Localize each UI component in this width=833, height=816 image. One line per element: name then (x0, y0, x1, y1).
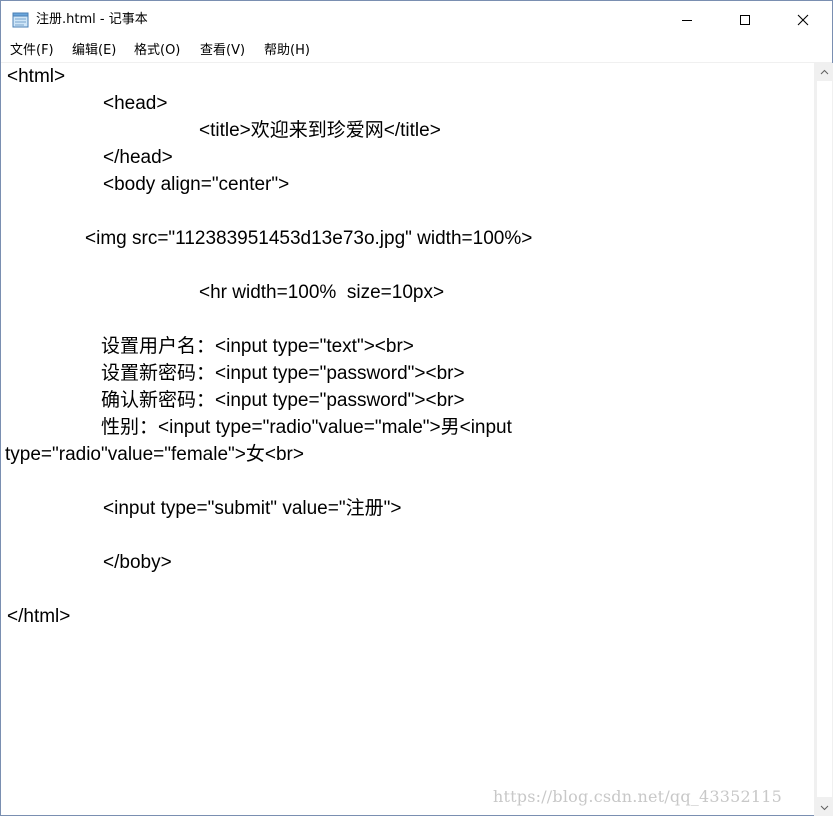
text-editor-area[interactable]: <html> <head> <title>欢迎来到珍爱网</title> </h… (2, 63, 814, 815)
menu-help[interactable]: 帮助(H) (263, 43, 311, 59)
code-line: <img src="112383951453d13e73o.jpg" width… (85, 228, 533, 249)
title-bar[interactable]: 注册.html - 记事本 (1, 1, 832, 39)
window-title: 注册.html - 记事本 (36, 12, 148, 27)
code-line: <html> (7, 66, 66, 87)
code-line: <title>欢迎来到珍爱网</title> (199, 120, 441, 141)
scroll-down-button[interactable] (815, 799, 833, 816)
scroll-up-button[interactable] (815, 63, 833, 80)
minimize-button[interactable] (658, 1, 716, 39)
code-line: 确认新密码：<input type="password"><br> (101, 390, 465, 411)
vertical-scrollbar[interactable] (814, 63, 833, 816)
code-line: <body align="center"> (103, 174, 290, 195)
scroll-thumb[interactable] (817, 81, 832, 797)
menu-view[interactable]: 查看(V) (199, 43, 246, 59)
notepad-window: 注册.html - 记事本 文件(F) 编辑(E) 格式(O) 查看(V) 帮助… (0, 0, 833, 816)
code-line: </head> (103, 147, 173, 168)
maximize-icon (740, 15, 750, 25)
minimize-icon (682, 20, 692, 21)
watermark: https://blog.csdn.net/qq_43352115 (493, 787, 783, 806)
code-line: <head> (103, 93, 168, 114)
notepad-icon (12, 12, 29, 28)
menu-edit[interactable]: 编辑(E) (71, 43, 117, 59)
menu-bar: 文件(F) 编辑(E) 格式(O) 查看(V) 帮助(H) (1, 39, 832, 63)
code-line: 性别：<input type="radio"value="male">男<inp… (101, 417, 512, 438)
code-line: </html> (7, 606, 71, 627)
maximize-button[interactable] (716, 1, 774, 39)
code-line: 设置用户名：<input type="text"><br> (101, 336, 414, 357)
code-line: </boby> (103, 552, 172, 573)
code-line: type="radio"value="female">女<br> (5, 444, 304, 465)
menu-file[interactable]: 文件(F) (9, 43, 55, 59)
chevron-down-icon (820, 805, 829, 810)
code-line: <hr width=100% size=10px> (199, 282, 445, 303)
chevron-up-icon (820, 69, 829, 74)
menu-format[interactable]: 格式(O) (133, 43, 181, 59)
code-line: 设置新密码：<input type="password"><br> (101, 363, 465, 384)
code-line: <input type="submit" value="注册"> (103, 498, 402, 519)
close-icon (797, 14, 809, 26)
close-button[interactable] (774, 1, 832, 39)
